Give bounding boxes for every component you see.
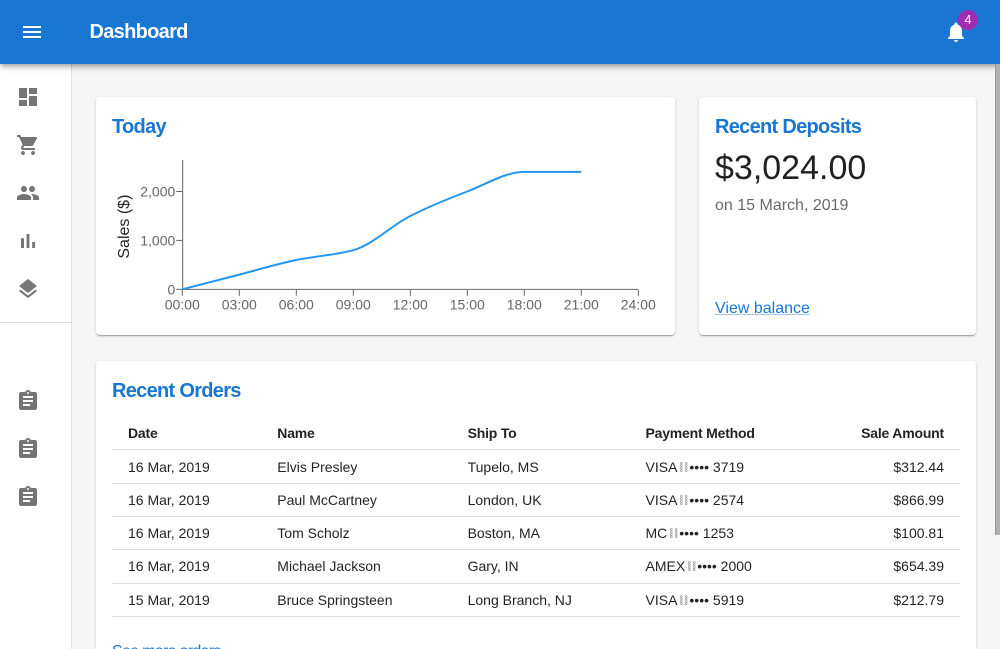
- svg-text:03:00: 03:00: [222, 297, 257, 313]
- svg-text:21:00: 21:00: [564, 297, 599, 313]
- svg-text:2,000: 2,000: [140, 184, 175, 200]
- svg-text:24:00: 24:00: [621, 297, 656, 313]
- svg-text:1,000: 1,000: [140, 233, 175, 249]
- svg-text:00:00: 00:00: [165, 297, 200, 313]
- svg-text:18:00: 18:00: [507, 297, 542, 313]
- svg-text:06:00: 06:00: [279, 297, 314, 313]
- svg-text:12:00: 12:00: [393, 297, 428, 313]
- svg-text:15:00: 15:00: [450, 297, 485, 313]
- svg-text:0: 0: [168, 281, 176, 297]
- svg-text:09:00: 09:00: [336, 297, 371, 313]
- svg-text:Sales ($): Sales ($): [116, 195, 133, 259]
